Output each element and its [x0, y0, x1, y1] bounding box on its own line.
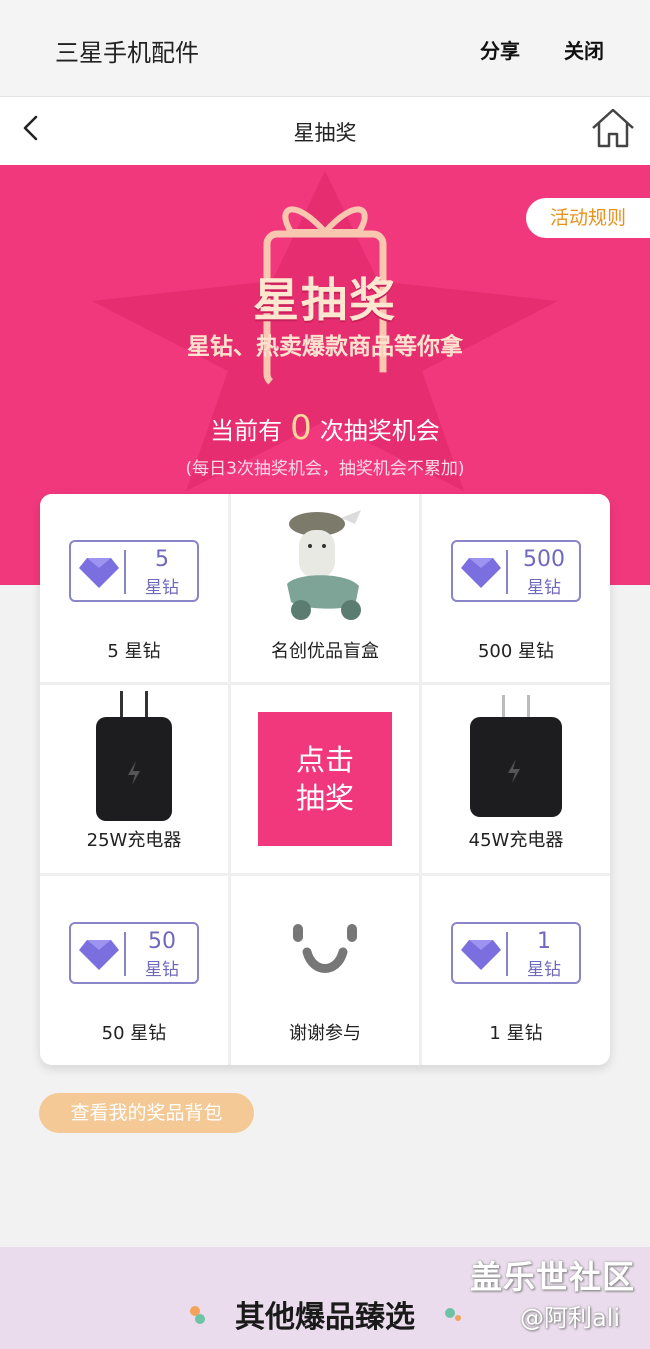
prize-label: 50 星钻 [101, 1023, 167, 1044]
page-title: 星抽奖 [293, 121, 357, 145]
app-title: 三星手机配件 [55, 39, 199, 67]
prize-cell-50-stars: 50 星钻 50 星钻 [40, 876, 228, 1065]
chance-suffix: 次抽奖机会 [319, 417, 440, 445]
view-prize-bag-button[interactable]: 查看我的奖品背包 [39, 1093, 254, 1133]
watermark-community: 盖乐世社区 [470, 1258, 636, 1296]
prize-label: 名创优品盲盒 [271, 641, 379, 662]
star-amount: 50 [148, 929, 176, 954]
charger-icon [96, 691, 172, 821]
hero-title: 星抽奖 [253, 273, 397, 327]
decor-dots-icon [445, 1308, 461, 1321]
draw-chance-text: 当前有 0 次抽奖机会 [0, 408, 650, 448]
app-bar: 三星手机配件 分享 关闭 [0, 0, 650, 97]
blind-box-figure-icon [287, 510, 361, 620]
charger-icon [470, 695, 562, 817]
prize-label: 5 星钻 [107, 641, 161, 662]
share-button[interactable]: 分享 [480, 35, 520, 64]
star-diamond-card: 50 星钻 [69, 922, 199, 984]
prize-label: 1 星钻 [489, 1023, 543, 1044]
diamond-icon [461, 940, 501, 970]
chance-prefix: 当前有 [210, 417, 283, 445]
prize-cell-1-star: 1 星钻 1 星钻 [422, 876, 610, 1065]
star-amount: 1 [537, 929, 551, 954]
draw-button[interactable]: 点击 抽奖 [258, 712, 392, 846]
star-diamond-card: 5 星钻 [69, 540, 199, 602]
activity-rules-button[interactable]: 活动规则 [526, 198, 650, 238]
star-diamond-card: 500 星钻 [451, 540, 581, 602]
prize-cell-5-stars: 5 星钻 5 星钻 [40, 494, 228, 682]
draw-button-line2: 抽奖 [295, 781, 354, 815]
prize-cell-blind-box: 名创优品盲盒 [231, 494, 419, 682]
prize-cell-25w-charger: 25W充电器 [40, 685, 228, 873]
prize-label: 45W充电器 [468, 830, 564, 851]
watermark-author: @阿利ali [520, 1304, 621, 1332]
star-unit: 星钻 [145, 578, 179, 598]
draw-button-line1: 点击 [295, 743, 354, 777]
draw-cell: 点击 抽奖 [231, 685, 419, 873]
star-amount: 500 [523, 547, 565, 572]
nav-bar: 星抽奖 [0, 97, 650, 165]
chance-count: 0 [290, 408, 312, 448]
daily-limit-note: (每日3次抽奖机会，抽奖机会不累加) [185, 459, 465, 479]
smiley-face-icon [293, 924, 357, 973]
prize-cell-thanks: 谢谢参与 [231, 876, 419, 1065]
prize-board: 5 星钻 5 星钻 名创优品盲盒 500 星钻 500 星钻 25W充电器 点击… [40, 494, 610, 1065]
prize-label: 谢谢参与 [289, 1023, 361, 1044]
prize-label: 500 星钻 [477, 641, 555, 662]
home-icon[interactable] [590, 107, 636, 149]
star-amount: 5 [155, 547, 169, 572]
close-button[interactable]: 关闭 [564, 35, 604, 64]
star-unit: 星钻 [145, 960, 179, 980]
prize-cell-500-stars: 500 星钻 500 星钻 [422, 494, 610, 682]
hero-subtitle: 星钻、热卖爆款商品等你拿 [187, 334, 463, 360]
star-unit: 星钻 [527, 578, 561, 598]
diamond-icon [461, 558, 501, 588]
star-unit: 星钻 [527, 960, 561, 980]
prize-label: 25W充电器 [86, 830, 182, 851]
diamond-icon [79, 940, 119, 970]
prize-cell-45w-charger: 45W充电器 [422, 685, 610, 873]
diamond-icon [79, 558, 119, 588]
star-diamond-card: 1 星钻 [451, 922, 581, 984]
